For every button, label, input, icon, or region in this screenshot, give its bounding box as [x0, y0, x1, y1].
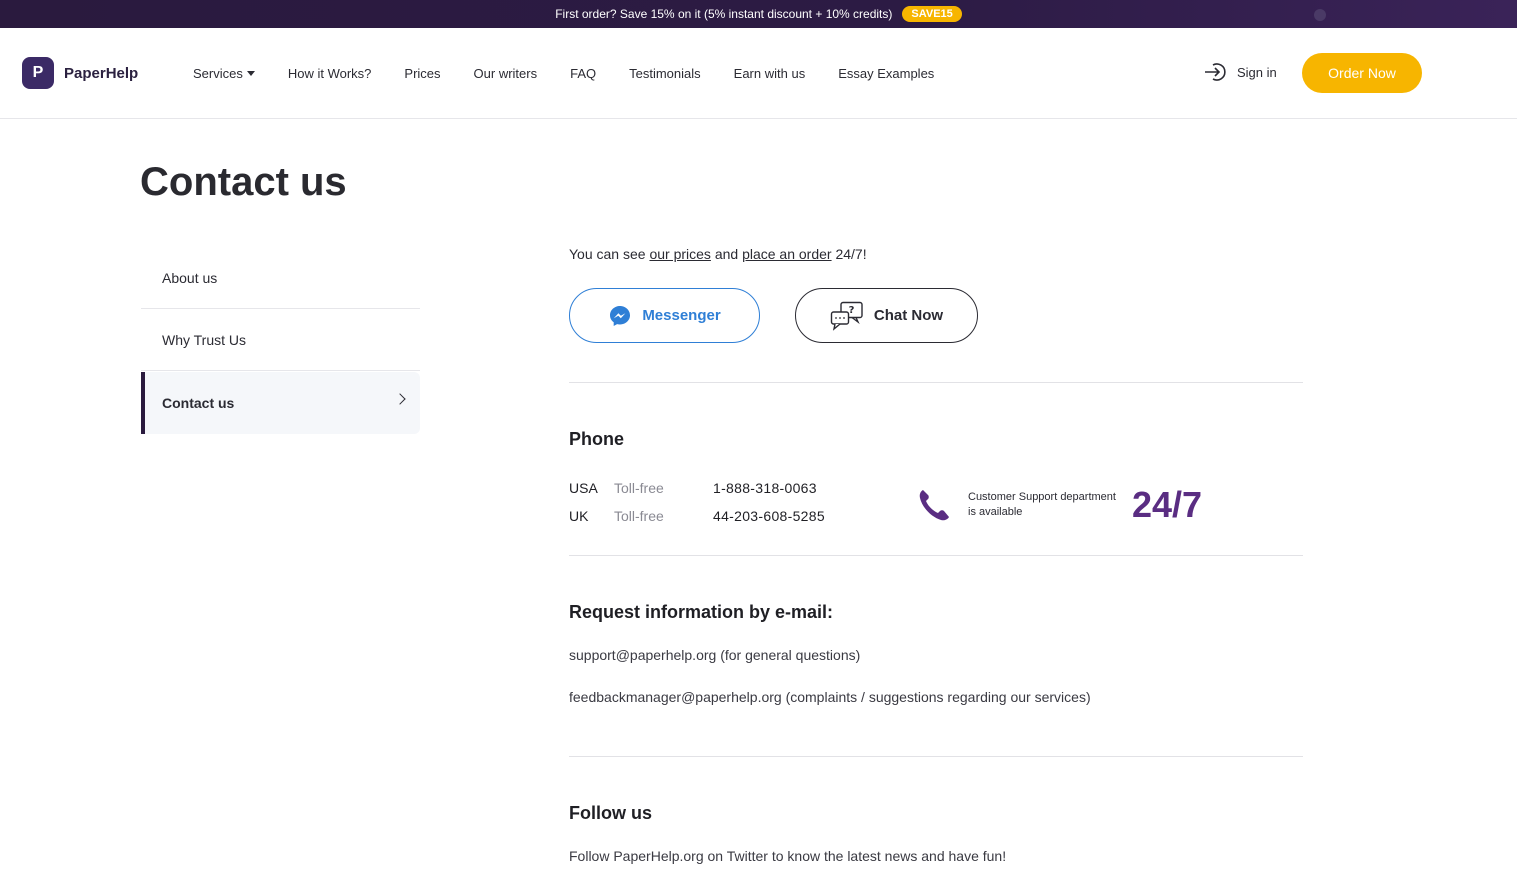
phone-handset-icon	[919, 490, 949, 521]
promo-bar: First order? Save 15% on it (5% instant …	[0, 0, 1517, 28]
messenger-button[interactable]: Messenger	[569, 288, 760, 343]
menu-item-services[interactable]: Services	[193, 66, 255, 81]
follow-text: Follow PaperHelp.org on Twitter to know …	[569, 848, 1007, 864]
intro-suffix: 24/7!	[835, 246, 867, 262]
page-title: Contact us	[140, 160, 347, 204]
email-heading: Request information by e-mail:	[569, 602, 834, 622]
divider	[569, 756, 1303, 757]
menu-item-prices[interactable]: Prices	[404, 66, 440, 81]
phone-heading: Phone	[569, 429, 625, 449]
intro-prefix: You can see	[569, 246, 646, 262]
intro-and: and	[714, 246, 739, 262]
menu-item-our-writers[interactable]: Our writers	[474, 66, 538, 81]
sidebar-item-label: Contact us	[162, 395, 235, 411]
phone-type: Toll-free	[614, 480, 664, 496]
divider	[569, 382, 1303, 383]
caret-down-icon	[246, 71, 255, 76]
our-prices-link[interactable]: our prices	[649, 246, 710, 262]
decorative-dot	[1314, 9, 1326, 21]
chevron-right-icon	[394, 393, 406, 405]
sidebar-item-about-us[interactable]: About us	[141, 247, 420, 309]
chat-bubbles-icon: ?	[830, 301, 863, 331]
menu-item-earn-with-us[interactable]: Earn with us	[734, 66, 806, 81]
sidebar-item-why-trust-us[interactable]: Why Trust Us	[141, 309, 420, 371]
sign-in-link[interactable]: Sign in	[1204, 62, 1277, 82]
menu-item-faq[interactable]: FAQ	[570, 66, 596, 81]
menu-item-how-it-works[interactable]: How it Works?	[288, 66, 372, 81]
phone-country: UK	[569, 508, 589, 524]
divider	[569, 555, 1303, 556]
order-now-button[interactable]: Order Now	[1302, 53, 1422, 93]
phone-number-usa[interactable]: 1-888-318-0063	[713, 480, 817, 496]
main-menu: Services How it Works? Prices Our writer…	[193, 28, 967, 119]
phone-row-uk: UK Toll-free 44-203-608-5285	[569, 508, 825, 524]
promo-code-badge[interactable]: SAVE15	[902, 6, 962, 22]
brand-logo-icon: P	[22, 57, 54, 89]
sidebar-nav: About us Why Trust Us Contact us	[141, 247, 420, 434]
support-availability: Customer Support department is available…	[917, 484, 1202, 526]
messenger-label: Messenger	[642, 307, 721, 324]
sign-in-label: Sign in	[1237, 64, 1277, 80]
support-text: Customer Support department is available	[968, 491, 1116, 518]
menu-label: Services	[193, 66, 243, 81]
chat-now-label: Chat Now	[873, 307, 944, 324]
phone-row-usa: USA Toll-free 1-888-318-0063	[569, 480, 817, 496]
menu-item-testimonials[interactable]: Testimonials	[629, 66, 701, 81]
place-order-link[interactable]: place an order	[742, 246, 832, 262]
email-general[interactable]: support@paperhelp.org (for general quest…	[569, 647, 860, 663]
follow-heading: Follow us	[569, 803, 652, 823]
messenger-icon	[610, 305, 631, 326]
sign-in-icon	[1205, 63, 1226, 81]
menu-item-essay-examples[interactable]: Essay Examples	[838, 66, 934, 81]
brand-logo-link[interactable]: P PaperHelp	[22, 57, 138, 89]
promo-text: First order? Save 15% on it (5% instant …	[555, 7, 893, 21]
chat-now-button[interactable]: ? Chat Now	[795, 288, 978, 343]
svg-text:?: ?	[849, 305, 855, 316]
phone-number-uk[interactable]: 44-203-608-5285	[713, 508, 825, 524]
phone-country: USA	[569, 480, 598, 496]
support-hours: 24/7	[1132, 484, 1203, 525]
brand-name: PaperHelp	[64, 64, 139, 82]
email-feedback[interactable]: feedbackmanager@paperhelp.org (complaint…	[569, 689, 1091, 705]
phone-type: Toll-free	[614, 508, 664, 524]
sidebar-item-contact-us[interactable]: Contact us	[141, 372, 420, 434]
intro-text: You can see our prices and place an orde…	[569, 246, 867, 262]
main-header: P PaperHelp Services How it Works? Price…	[0, 28, 1517, 119]
